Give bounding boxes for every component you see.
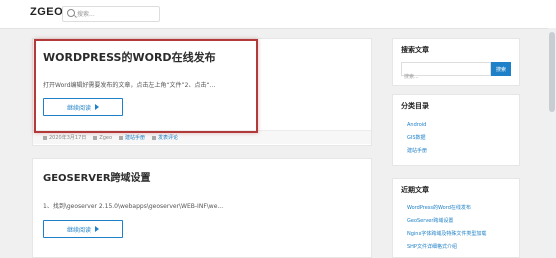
read-more-button[interactable]: 继续阅读 <box>43 98 123 116</box>
widget-title: 分类目录 <box>401 102 429 110</box>
header-search-input[interactable] <box>77 7 155 21</box>
vertical-scrollbar[interactable] <box>548 28 556 256</box>
recent-post-item[interactable]: WordPress的Word在线发布 <box>407 202 486 215</box>
recent-post-item[interactable]: GeoServer跨域设置 <box>407 215 486 228</box>
top-header: ZGEO <box>0 0 556 29</box>
sidebar-search-input[interactable] <box>402 71 490 83</box>
post-excerpt: 打开Word编辑好需要发布的文章，点击左上角“文件”2、点击“... <box>43 82 216 89</box>
categories-widget: 分类目录 Android GIS数据 建站手册 <box>392 94 520 166</box>
site-logo[interactable]: ZGEO <box>30 6 63 18</box>
post-title[interactable]: WORDPRESS的WORD在线发布 <box>43 49 216 65</box>
folder-icon <box>119 135 124 140</box>
sidebar-search-button[interactable]: 搜索 <box>491 62 511 76</box>
post-card: WORDPRESS的WORD在线发布 打开Word编辑好需要发布的文章，点击左上… <box>32 38 372 146</box>
sidebar-search-box[interactable] <box>401 62 491 83</box>
search-icon <box>67 9 75 17</box>
post-card: GEOSERVER跨域设置 1、找到\geoserver 2.15.0\weba… <box>32 158 372 258</box>
post-meta: 2020年3月17日 Zgeo 建站手册 发表评论 <box>33 130 371 144</box>
post-category[interactable]: 建站手册 <box>119 134 145 141</box>
scrollbar-thumb[interactable] <box>549 32 555 112</box>
arrow-right-icon <box>95 104 99 110</box>
recent-post-item[interactable]: SHP文件详细格式介绍 <box>407 241 486 254</box>
comment-icon <box>152 135 157 140</box>
post-title[interactable]: GEOSERVER跨域设置 <box>43 169 151 184</box>
category-list: Android GIS数据 建站手册 <box>407 119 427 158</box>
recent-posts-widget: 近期文章 WordPress的Word在线发布 GeoServer跨域设置 Ng… <box>392 178 520 258</box>
widget-title: 近期文章 <box>401 186 429 194</box>
category-item[interactable]: 建站手册 <box>407 145 427 158</box>
recent-posts-list: WordPress的Word在线发布 GeoServer跨域设置 Nginx字体… <box>407 202 486 254</box>
read-more-label: 继续阅读 <box>66 226 91 234</box>
user-icon <box>93 135 98 140</box>
widget-title: 搜索文章 <box>401 46 429 54</box>
post-comment-link[interactable]: 发表评论 <box>152 134 178 141</box>
read-more-button[interactable]: 继续阅读 <box>43 220 123 238</box>
search-widget: 搜索文章 搜索 <box>392 38 520 86</box>
post-date: 2020年3月17日 <box>43 134 86 141</box>
post-author[interactable]: Zgeo <box>93 135 112 141</box>
read-more-label: 继续阅读 <box>66 104 91 112</box>
recent-post-item[interactable]: Nginx字体跨域及特殊文件类型加载 <box>407 228 486 241</box>
calendar-icon <box>43 135 47 140</box>
category-item[interactable]: GIS数据 <box>407 132 427 145</box>
header-search-box[interactable] <box>62 6 160 22</box>
post-excerpt: 1、找到\geoserver 2.15.0\webapps\geoserver\… <box>43 203 224 210</box>
category-item[interactable]: Android <box>407 119 427 132</box>
arrow-right-icon <box>95 226 99 232</box>
